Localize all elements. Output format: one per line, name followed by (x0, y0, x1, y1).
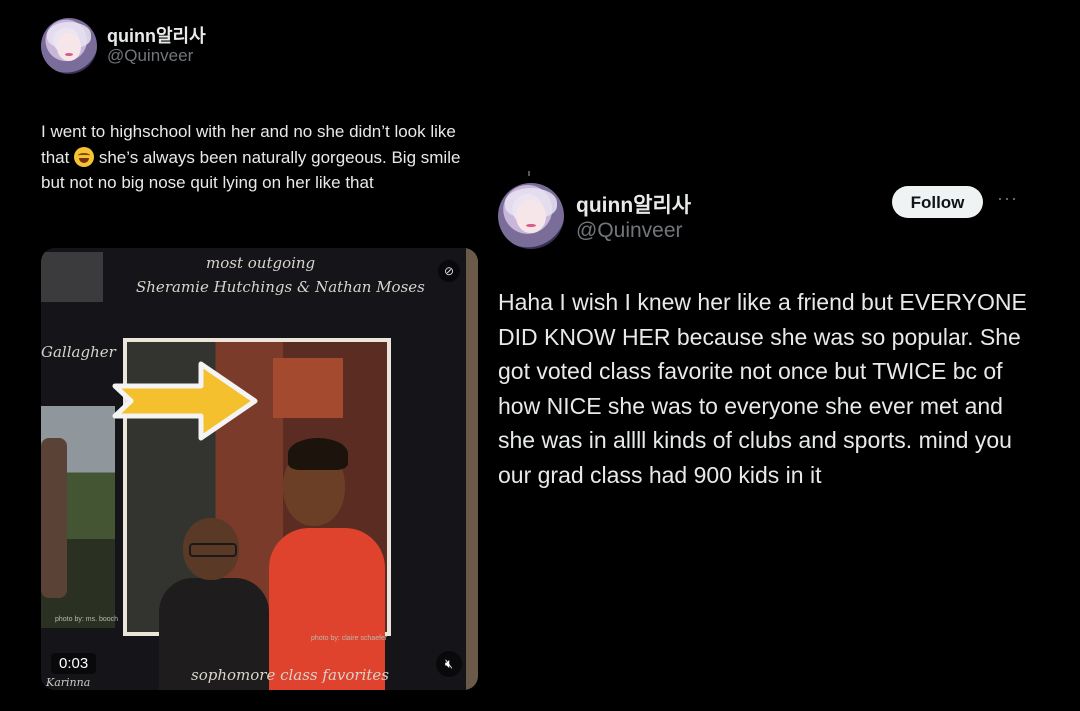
laughing-emoji-icon (74, 146, 95, 167)
caption-names: Sheramie Hutchings & Nathan Moses (136, 278, 425, 296)
caption-most-outgoing: most outgoing (206, 254, 316, 272)
display-name[interactable]: quinn알리사 (107, 22, 206, 48)
more-options-icon[interactable]: ··· (997, 188, 1018, 209)
content-warning-icon[interactable]: ⊘ (438, 260, 460, 282)
avatar-face (56, 32, 82, 61)
yearbook-page: most outgoing Sheramie Hutchings & Natha… (41, 248, 471, 690)
photo-credit-left: photo by: ms. booch (55, 616, 119, 623)
avatar-lips (65, 52, 73, 56)
tweet-text: I went to highschool with her and no she… (41, 119, 481, 196)
video-duration: 0:03 (51, 653, 97, 674)
tweet-video[interactable]: most outgoing Sheramie Hutchings & Natha… (41, 248, 478, 690)
avatar[interactable] (498, 183, 564, 249)
glasses-icon (189, 543, 237, 557)
speaker-muted-icon[interactable]: 🔇︎ (436, 651, 462, 677)
yearbook-photo-top-left (41, 252, 103, 302)
divider-tick (528, 171, 530, 176)
avatar-lips (526, 223, 536, 228)
avatar[interactable] (41, 18, 97, 74)
caption-class-favorites: sophomore class favorites (191, 666, 389, 684)
yellow-arrow-icon (112, 361, 258, 441)
tweet-text-part-2: she’s always been naturally gorgeous. Bi… (41, 147, 461, 193)
follow-button[interactable]: Follow (892, 186, 983, 218)
user-handle[interactable]: @Quinveer (107, 46, 193, 66)
page-edge (466, 248, 478, 690)
photo-credit-right: photo by: claire schaefer (311, 635, 388, 642)
yearbook-person-left (41, 438, 67, 598)
user-handle[interactable]: @Quinveer (576, 219, 683, 243)
caption-corner: Karinna (46, 676, 91, 689)
tweet-text: Haha I wish I knew her like a friend but… (498, 289, 1027, 488)
caption-gallagher: Gallagher (41, 343, 116, 361)
avatar-face (516, 200, 546, 234)
girl-hair (288, 438, 348, 470)
photo-brick-column (273, 358, 343, 418)
display-name[interactable]: quinn알리사 (576, 189, 691, 219)
